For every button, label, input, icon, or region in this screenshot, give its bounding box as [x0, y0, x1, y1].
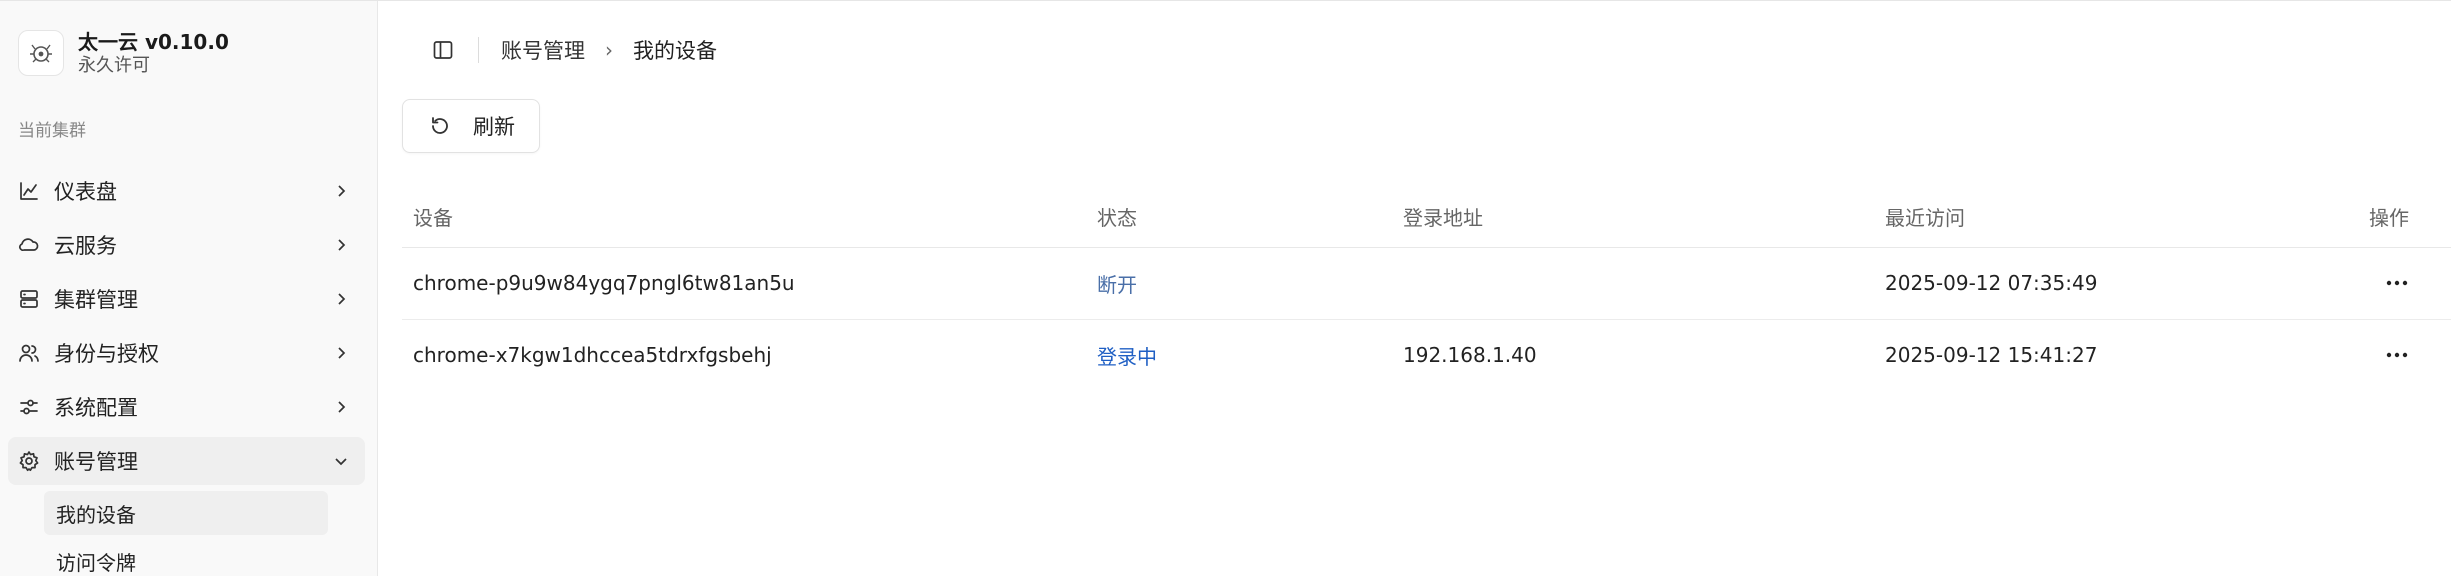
- sidebar-item-system-config[interactable]: 系统配置: [8, 383, 365, 431]
- refresh-icon: [432, 117, 448, 134]
- section-label: 当前集群: [18, 121, 86, 141]
- row-actions-button[interactable]: [2377, 339, 2417, 371]
- sidebar-item-label: 仪表盘: [54, 180, 117, 204]
- table-header-row: 设备 状态 登录地址 最近访问 操作: [402, 187, 2451, 248]
- refresh-label: 刷新: [473, 116, 515, 139]
- more-horizontal-icon: [2386, 280, 2408, 286]
- refresh-button[interactable]: 刷新: [402, 99, 540, 153]
- panel-left-icon: [433, 41, 453, 59]
- sidebar-item-label: 集群管理: [54, 288, 138, 312]
- chevron-right-icon: [331, 181, 351, 201]
- row-actions-button[interactable]: [2377, 267, 2417, 299]
- cell-status: 断开: [1086, 247, 1392, 320]
- cell-actions: [2358, 319, 2451, 391]
- cell-address: [1392, 247, 1874, 320]
- sidebar-item-account-management[interactable]: 账号管理: [8, 437, 365, 485]
- table-row: chrome-x7kgw1dhccea5tdrxfgsbehj 登录中 192.…: [402, 319, 2451, 391]
- column-header-address: 登录地址: [1392, 187, 1874, 248]
- devices-table: 设备 状态 登录地址 最近访问 操作 chrome-p9u9w84ygq7png…: [402, 187, 2451, 391]
- sidebar-item-dashboard[interactable]: 仪表盘: [8, 167, 365, 215]
- brand: 太一云 v0.10.0 永久许可: [0, 1, 377, 83]
- brand-license: 永久许可: [78, 55, 150, 76]
- column-header-actions: 操作: [2358, 187, 2451, 248]
- topbar: 账号管理 › 我的设备: [378, 1, 2451, 99]
- main-content: 账号管理 › 我的设备 刷新 设备 状态 登录地址 最近访问 操作 chrome…: [378, 1, 2451, 576]
- column-header-status: 状态: [1086, 187, 1392, 248]
- chevron-down-icon: [331, 451, 351, 471]
- sidebar-item-label: 身份与授权: [54, 342, 159, 366]
- divider: [478, 37, 479, 63]
- breadcrumb: 账号管理 › 我的设备: [501, 35, 717, 65]
- cell-device: chrome-p9u9w84ygq7pngl6tw81an5u: [402, 247, 1086, 320]
- sidebar-subitem-access-tokens[interactable]: 访问令牌: [44, 539, 328, 576]
- table-row: chrome-p9u9w84ygq7pngl6tw81an5u 断开 2025-…: [402, 247, 2451, 320]
- chevron-right-icon: [331, 289, 351, 309]
- cell-actions: [2358, 247, 2451, 320]
- sidebar-nav: 仪表盘 云服务 集群管理 身份与授权 系统配置 账号管理: [0, 167, 377, 485]
- cloud-icon: [18, 234, 40, 256]
- brand-logo-icon: [18, 30, 64, 76]
- cell-device: chrome-x7kgw1dhccea5tdrxfgsbehj: [413, 343, 772, 368]
- sidebar-item-label: 系统配置: [54, 396, 138, 420]
- sidebar: 太一云 v0.10.0 永久许可 当前集群 仪表盘 云服务 集群管理 身份与授权…: [0, 1, 378, 576]
- cell-last-access: 2025-09-12 07:35:49: [1874, 247, 2358, 320]
- sidebar-subitem-my-devices[interactable]: 我的设备: [44, 491, 328, 535]
- cell-last-access: 2025-09-12 15:41:27: [1885, 343, 2098, 368]
- account-submenu: 我的设备 访问令牌: [44, 491, 377, 576]
- sliders-icon: [18, 396, 40, 418]
- chart-line-icon: [18, 180, 40, 202]
- sidebar-item-identity-auth[interactable]: 身份与授权: [8, 329, 365, 377]
- sidebar-item-cluster-management[interactable]: 集群管理: [8, 275, 365, 323]
- users-icon: [18, 342, 40, 364]
- column-header-device: 设备: [402, 187, 1086, 248]
- chevron-right-icon: [331, 235, 351, 255]
- sidebar-item-label: 账号管理: [54, 450, 138, 474]
- gear-icon: [18, 450, 40, 472]
- toolbar: 刷新: [378, 99, 2451, 169]
- column-header-last-access: 最近访问: [1874, 187, 2358, 248]
- breadcrumb-parent[interactable]: 账号管理: [501, 35, 585, 65]
- server-icon: [18, 288, 40, 310]
- brand-title: 太一云 v0.10.0: [78, 30, 229, 54]
- chevron-right-icon: [331, 397, 351, 417]
- cell-status: 登录中: [1097, 344, 1157, 369]
- more-horizontal-icon: [2386, 353, 2408, 358]
- cell-address: 192.168.1.40: [1403, 343, 1537, 368]
- sidebar-toggle-button[interactable]: [428, 35, 458, 65]
- chevron-right-icon: [331, 343, 351, 363]
- breadcrumb-separator: ›: [605, 38, 613, 62]
- sidebar-item-label: 云服务: [54, 234, 117, 258]
- app-window: 太一云 v0.10.0 永久许可 当前集群 仪表盘 云服务 集群管理 身份与授权…: [0, 0, 2451, 576]
- sidebar-item-cloud-services[interactable]: 云服务: [8, 221, 365, 269]
- breadcrumb-current: 我的设备: [633, 39, 717, 63]
